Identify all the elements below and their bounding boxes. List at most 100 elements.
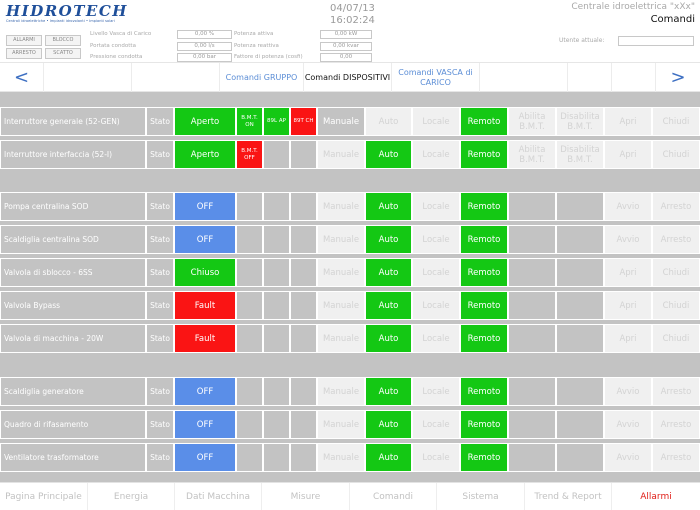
command-open-start-button[interactable]: Avvio [604,192,652,221]
alarms-button[interactable]: ALLARMI [6,35,42,46]
local-mode-button[interactable]: Locale [412,377,460,406]
local-mode-button[interactable]: Locale [412,140,460,169]
bottom-nav-commands[interactable]: Comandi [350,483,437,510]
command-open-start-button[interactable]: Avvio [604,443,652,472]
command-close-stop-button[interactable]: Arresto [652,410,700,439]
remote-mode-button[interactable]: Remoto [460,377,508,406]
local-mode-button[interactable]: Locale [412,324,460,353]
empty-cell [290,377,317,406]
manual-mode-button[interactable]: Manuale [317,291,365,320]
command-open-start-button[interactable]: Avvio [604,225,652,254]
empty-cell [290,225,317,254]
device-name: Interruttore generale (52-GEN) [0,107,146,136]
bottom-nav-home[interactable]: Pagina Principale [0,483,88,510]
bottom-nav-alarms[interactable]: Allarmi [612,483,700,510]
device-state-indicator: Aperto [174,140,236,169]
empty-cell [263,192,290,221]
auto-mode-button[interactable]: Auto [365,107,412,136]
command-open-start-button[interactable]: Avvio [604,410,652,439]
empty-cell [236,258,263,287]
bottom-nav-machine-data[interactable]: Dati Macchina [175,483,262,510]
empty-cell [290,324,317,353]
bottom-nav-system[interactable]: Sistema [437,483,525,510]
auto-mode-button[interactable]: Auto [365,258,412,287]
auto-mode-button[interactable]: Auto [365,140,412,169]
local-mode-button[interactable]: Locale [412,107,460,136]
tank-level-label: Livello Vasca di Carico [90,31,152,37]
command-close-stop-button[interactable]: Arresto [652,443,700,472]
next-page-button[interactable]: > [656,63,700,92]
tab-tank-commands[interactable]: Comandi VASCA di CARICO [392,63,480,92]
auto-mode-button[interactable]: Auto [365,225,412,254]
chevron-right-icon: > [670,66,686,88]
disable-bmt-button[interactable]: Disabilita B.M.T. [556,140,604,169]
bottom-nav-measures[interactable]: Misure [262,483,350,510]
auto-mode-button[interactable]: Auto [365,443,412,472]
disable-bmt-button[interactable]: Disabilita B.M.T. [556,107,604,136]
device-name: Valvola Bypass [0,291,146,320]
status-indicator: 89L AP [263,107,290,136]
remote-mode-button[interactable]: Remoto [460,192,508,221]
manual-mode-button[interactable]: Manuale [317,258,365,287]
manual-mode-button[interactable]: Manuale [317,377,365,406]
empty-cell [290,140,317,169]
remote-mode-button[interactable]: Remoto [460,258,508,287]
manual-mode-button[interactable]: Manuale [317,410,365,439]
manual-mode-button[interactable]: Manuale [317,443,365,472]
command-close-stop-button[interactable]: Chiudi [652,107,700,136]
command-close-stop-button[interactable]: Arresto [652,377,700,406]
manual-mode-button[interactable]: Manuale [317,140,365,169]
bottom-nav-trend-report[interactable]: Trend & Report [525,483,612,510]
command-open-start-button[interactable]: Apri [604,324,652,353]
auto-mode-button[interactable]: Auto [365,324,412,353]
command-close-stop-button[interactable]: Arresto [652,225,700,254]
empty-cell [290,291,317,320]
remote-mode-button[interactable]: Remoto [460,410,508,439]
bottom-nav-energy[interactable]: Energia [88,483,175,510]
command-open-start-button[interactable]: Avvio [604,377,652,406]
local-mode-button[interactable]: Locale [412,258,460,287]
auto-mode-button[interactable]: Auto [365,377,412,406]
device-state-indicator: Chiuso [174,258,236,287]
command-open-start-button[interactable]: Apri [604,291,652,320]
block-button[interactable]: BLOCCO [45,35,81,46]
prev-page-button[interactable]: < [0,63,44,92]
command-close-stop-button[interactable]: Arresto [652,192,700,221]
remote-mode-button[interactable]: Remoto [460,291,508,320]
manual-mode-button[interactable]: Manuale [317,192,365,221]
stop-button[interactable]: ARRESTO [6,48,42,59]
remote-mode-button[interactable]: Remoto [460,324,508,353]
device-name: Pompa centralina SOD [0,192,146,221]
auto-mode-button[interactable]: Auto [365,192,412,221]
command-open-start-button[interactable]: Apri [604,140,652,169]
manual-mode-button[interactable]: Manuale [317,225,365,254]
command-open-start-button[interactable]: Apri [604,107,652,136]
local-mode-button[interactable]: Locale [412,291,460,320]
auto-mode-button[interactable]: Auto [365,291,412,320]
pipe-flow-value: 0,00 l/s [177,42,232,51]
local-mode-button[interactable]: Locale [412,410,460,439]
local-mode-button[interactable]: Locale [412,192,460,221]
command-close-stop-button[interactable]: Chiudi [652,291,700,320]
local-mode-button[interactable]: Locale [412,225,460,254]
tab-device-commands[interactable]: Comandi DISPOSITIVI [304,63,392,92]
remote-mode-button[interactable]: Remoto [460,443,508,472]
remote-mode-button[interactable]: Remoto [460,140,508,169]
enable-bmt-button[interactable]: Abilita B.M.T. [508,107,556,136]
tab-group-commands[interactable]: Comandi GRUPPO [220,63,304,92]
local-mode-button[interactable]: Locale [412,443,460,472]
manual-mode-button[interactable]: Manuale [317,324,365,353]
command-close-stop-button[interactable]: Chiudi [652,324,700,353]
enable-bmt-button[interactable]: Abilita B.M.T. [508,140,556,169]
empty-cell [263,324,290,353]
manual-mode-button[interactable]: Manuale [317,107,365,136]
remote-mode-button[interactable]: Remoto [460,225,508,254]
device-state-indicator: OFF [174,443,236,472]
trip-button[interactable]: SCATTO [45,48,81,59]
remote-mode-button[interactable]: Remoto [460,107,508,136]
auto-mode-button[interactable]: Auto [365,410,412,439]
command-open-start-button[interactable]: Apri [604,258,652,287]
command-close-stop-button[interactable]: Chiudi [652,258,700,287]
power-factor-label: Fattore di potenza (cosfi) [234,54,303,60]
command-close-stop-button[interactable]: Chiudi [652,140,700,169]
